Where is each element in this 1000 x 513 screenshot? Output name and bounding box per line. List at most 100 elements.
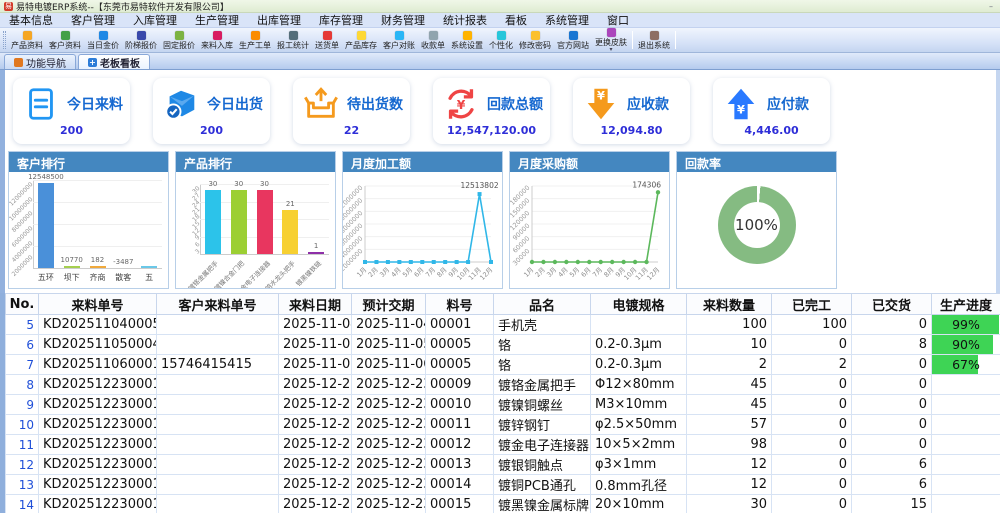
toolbar-button-tier-quote[interactable]: 阶梯报价 (122, 30, 160, 51)
kpi-card-payables[interactable]: ¥应付款4,446.00 (713, 78, 830, 144)
menu-item-production-mgmt[interactable]: 生产管理 (186, 13, 248, 28)
kpi-card-pending-shipment[interactable]: 待出货数22 (293, 78, 410, 144)
cell-spec: 0.8mm孔径 (591, 475, 687, 495)
cell-product: 镀铬金属把手 (494, 375, 591, 395)
toolbar-button-product-data[interactable]: 产品资料 (8, 30, 46, 51)
kpi-card-receivables[interactable]: ¥应收款12,094.80 (573, 78, 690, 144)
table-row[interactable]: 9KD2025122300012025-12-232025-12-2300010… (6, 395, 1000, 415)
menu-item-basic-info[interactable]: 基本信息 (0, 13, 62, 28)
cell-customer_order_no (157, 435, 279, 455)
data-point (466, 260, 470, 264)
toolbar-button-work-report-stats[interactable]: 报工统计 (274, 30, 312, 51)
cell-due: 2025-12-23 (352, 415, 426, 435)
minimize-button[interactable]: – (986, 2, 996, 11)
cell-due: 2025-11-06 (352, 355, 426, 375)
toolbar-button-system-settings[interactable]: 系统设置 (448, 30, 486, 51)
chart-panel-customer-ranking: 客户排行120000001000000080000006000000400000… (8, 151, 169, 289)
toolbar-button-receipt-note[interactable]: 收款单 (418, 30, 448, 51)
customer-reconcile-icon (395, 31, 404, 40)
system-settings-icon (463, 31, 472, 40)
toolbar-button-personalization[interactable]: 个性化 (486, 30, 516, 51)
cell-order_no: KD202512230001 (39, 375, 157, 395)
tab-bar: 功能导航 + 老板看板 (0, 53, 1000, 70)
toolbar-button-customer-reconcile[interactable]: 客户对账 (380, 30, 418, 51)
cell-order_no: KD202512230001 (39, 475, 157, 495)
menu-item-finance-mgmt[interactable]: 财务管理 (372, 13, 434, 28)
column-header-order_no[interactable]: 来料单号 (39, 294, 157, 315)
toolbar-label: 生产工单 (239, 41, 271, 50)
cell-customer_order_no (157, 475, 279, 495)
toolbar-button-production-order[interactable]: 生产工单 (236, 30, 274, 51)
data-point (397, 260, 401, 264)
toolbar-button-exit-system[interactable]: 退出系统 (635, 30, 673, 51)
panel-title: 产品排行 (176, 152, 335, 172)
kpi-card-today-shipment[interactable]: 今日出货200 (153, 78, 270, 144)
menu-item-window-menu[interactable]: 窗口 (598, 13, 638, 28)
toolbar-label: 阶梯报价 (125, 41, 157, 50)
cell-delivered: 8 (852, 335, 932, 355)
kpi-card-today-incoming[interactable]: 今日来料200 (13, 78, 130, 144)
column-header-product[interactable]: 品名 (494, 294, 591, 315)
column-header-no[interactable]: No. (6, 294, 39, 315)
toolbar-button-delivery-note[interactable]: 送货单 (312, 30, 342, 51)
menu-item-outbound-mgmt[interactable]: 出库管理 (248, 13, 310, 28)
table-row[interactable]: 5KD2025110400052025-11-042025-11-0400001… (6, 315, 1000, 335)
column-header-material_no[interactable]: 料号 (426, 294, 494, 315)
toolbar-button-customer-data[interactable]: 客户资料 (46, 30, 84, 51)
column-header-done[interactable]: 已完工 (772, 294, 852, 315)
column-header-qty[interactable]: 来料数量 (687, 294, 772, 315)
yen-arrow-down-icon: ¥ (582, 85, 620, 123)
x-axis-label: 五环 (33, 272, 59, 283)
toolbar-button-official-website[interactable]: 官方网站 (554, 30, 592, 51)
column-header-date[interactable]: 来料日期 (279, 294, 352, 315)
cell-due: 2025-12-23 (352, 475, 426, 495)
kpi-card-collection-total[interactable]: ¥回款总额12,547,120.00 (433, 78, 550, 144)
menu-item-inbound-mgmt[interactable]: 入库管理 (124, 13, 186, 28)
toolbar-button-change-password[interactable]: 修改密码 (516, 30, 554, 51)
table-row[interactable]: 10KD2025122300012025-12-232025-12-230001… (6, 415, 1000, 435)
yen-arrow-up-icon: ¥ (722, 85, 760, 123)
table-row[interactable]: 7KD202511060001157464154152025-11-062025… (6, 355, 1000, 375)
chevron-down-icon[interactable]: ▾ (609, 47, 612, 53)
tab-boss-dashboard[interactable]: + 老板看板 (78, 54, 150, 69)
menu-item-dashboard[interactable]: 看板 (496, 13, 536, 28)
cell-qty: 10 (687, 335, 772, 355)
menu-item-inventory-mgmt[interactable]: 库存管理 (310, 13, 372, 28)
column-header-delivered[interactable]: 已交货 (852, 294, 932, 315)
table-row[interactable]: 11KD2025122300012025-12-232025-12-230001… (6, 435, 1000, 455)
data-line (532, 192, 658, 262)
cell-no: 5 (6, 315, 39, 335)
column-header-progress[interactable]: 生产进度 (932, 294, 1000, 315)
menu-item-stats-report[interactable]: 统计报表 (434, 13, 496, 28)
table-row[interactable]: 12KD2025122300012025-12-232025-12-230001… (6, 455, 1000, 475)
toolbar-button-material-inbound[interactable]: 来料入库 (198, 30, 236, 51)
chart-panel-collection-rate: 回款率100% (676, 151, 837, 289)
cell-qty: 12 (687, 455, 772, 475)
tab-function-nav[interactable]: 功能导航 (4, 54, 76, 69)
toolbar-button-fixed-quote[interactable]: 固定报价 (160, 30, 198, 51)
cell-no: 7 (6, 355, 39, 375)
column-header-spec[interactable]: 电镀规格 (591, 294, 687, 315)
product-data-icon (23, 31, 32, 40)
table-row[interactable]: 8KD2025122300012025-12-232025-12-2300009… (6, 375, 1000, 395)
toolbar-button-change-skin[interactable]: 更换皮肤▾ (592, 27, 630, 54)
cell-date: 2025-12-23 (279, 395, 352, 415)
bar (90, 266, 106, 268)
menu-item-system-mgmt[interactable]: 系统管理 (536, 13, 598, 28)
cell-customer_order_no (157, 395, 279, 415)
kpi-title: 待出货数 (347, 94, 403, 114)
toolbar-button-daily-gold-price[interactable]: 当日金价 (84, 30, 122, 51)
cell-spec: φ3×1mm (591, 455, 687, 475)
table-row[interactable]: 14KD2025122300012025-12-232025-12-230001… (6, 495, 1000, 513)
table-row[interactable]: 13KD2025122300012025-12-232025-12-230001… (6, 475, 1000, 495)
column-header-customer_order_no[interactable]: 客户来料单号 (157, 294, 279, 315)
table-row[interactable]: 6KD2025110500042025-11-052025-11-0500005… (6, 335, 1000, 355)
work-report-stats-icon (289, 31, 298, 40)
cell-done: 100 (772, 315, 852, 335)
toolbar-button-product-inventory[interactable]: 产品库存 (342, 30, 380, 51)
cell-progress (932, 455, 1000, 475)
dashboard-area: 今日来料200 今日出货200 待出货数22 ¥回款总额12,547,120.00 ¥应… (0, 70, 1000, 293)
cell-delivered: 0 (852, 375, 932, 395)
column-header-due[interactable]: 预计交期 (352, 294, 426, 315)
menu-item-customer-mgmt[interactable]: 客户管理 (62, 13, 124, 28)
